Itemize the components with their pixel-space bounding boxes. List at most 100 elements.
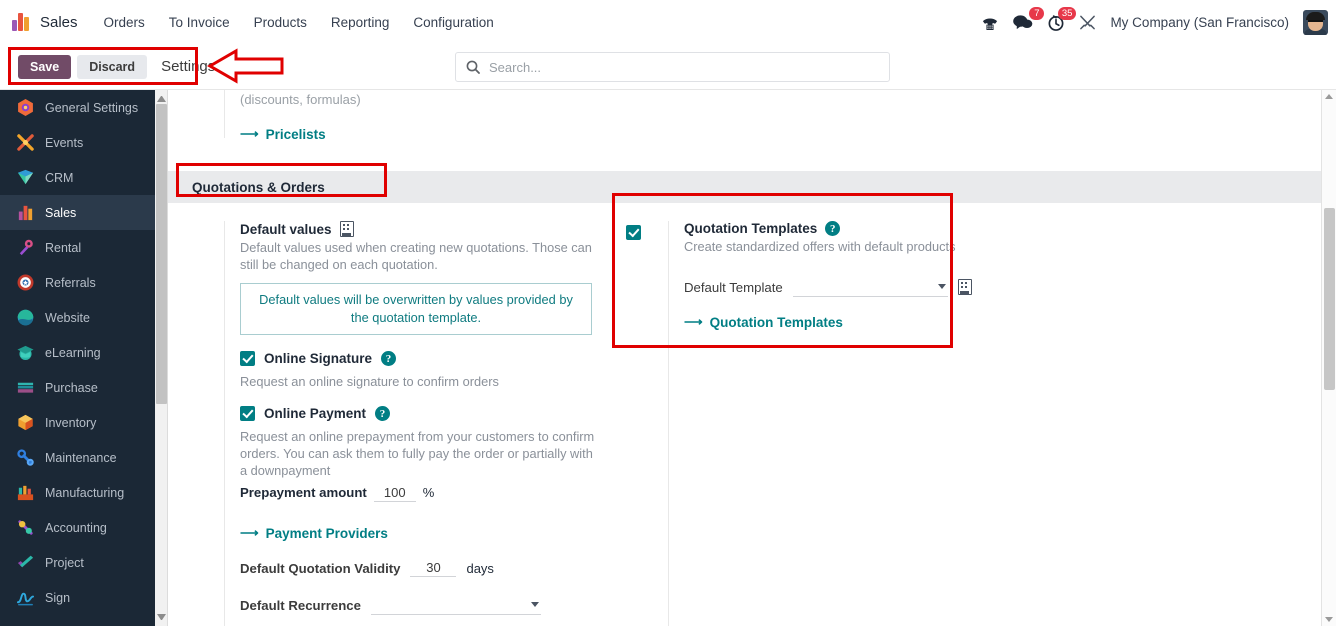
sidebar-scroll-thumb[interactable] <box>156 104 167 404</box>
nav-item-configuration[interactable]: Configuration <box>401 9 505 36</box>
maintenance-icon <box>16 448 35 467</box>
settings-column-left: Default values Default values used when … <box>168 221 608 626</box>
sidebar-item-purchase[interactable]: Purchase <box>0 370 155 405</box>
default-values-desc: Default values used when creating new qu… <box>240 240 592 272</box>
messages-icon[interactable]: 7 <box>1013 7 1045 30</box>
prepayment-label: Prepayment amount <box>240 485 367 500</box>
quotation-templates-link-row: ⟶ Quotation Templates <box>684 313 992 331</box>
control-panel: Save Discard Settings <box>0 44 1336 90</box>
default-values-alert: Default values will be overwritten by va… <box>240 283 592 335</box>
quotation-validity-unit: days <box>466 561 494 576</box>
payment-providers-link-row: ⟶ Payment Providers <box>240 524 608 542</box>
save-button[interactable]: Save <box>18 54 72 79</box>
company-switcher[interactable]: My Company (San Francisco) <box>1110 15 1289 30</box>
sidebar-item-inventory[interactable]: Inventory <box>0 405 155 440</box>
default-recurrence-select[interactable] <box>370 595 541 615</box>
sidebar-item-elearning[interactable]: eLearning <box>0 335 155 370</box>
sidebar-item-rental[interactable]: Rental <box>0 230 155 265</box>
sidebar-item-label: Accounting <box>45 520 107 535</box>
messages-badge: 7 <box>1029 7 1045 20</box>
online-payment-row: Online Payment ? <box>240 406 608 421</box>
sidebar-item-project[interactable]: Project <box>0 545 155 580</box>
sign-icon <box>16 588 35 607</box>
activities-clock-icon[interactable]: 35 <box>1047 6 1077 31</box>
default-recurrence-label: Default Recurrence <box>240 597 361 613</box>
sidebar-item-sign[interactable]: Sign <box>0 580 155 615</box>
discard-button[interactable]: Discard <box>77 54 148 79</box>
inventory-icon <box>16 413 35 432</box>
payment-providers-link-label: Payment Providers <box>265 525 388 541</box>
manufacturing-icon <box>16 483 35 502</box>
elearning-icon <box>16 343 35 362</box>
help-icon[interactable]: ? <box>381 351 397 366</box>
sidebar-item-events[interactable]: Events <box>0 125 155 160</box>
prepayment-input[interactable] <box>373 485 416 502</box>
online-signature-label: Online Signature <box>264 351 373 366</box>
navbar-menu: Orders To Invoice Products Reporting Con… <box>92 9 506 36</box>
settings-grid: Default values Default values used when … <box>168 203 1321 626</box>
quotation-validity-input[interactable] <box>410 560 457 577</box>
sidebar-item-label: Rental <box>45 240 82 255</box>
scroll-up-icon[interactable] <box>1325 94 1333 99</box>
company-building-icon <box>957 279 972 295</box>
referrals-icon <box>16 273 35 292</box>
pricelists-link-label: Pricelists <box>265 126 326 142</box>
quotation-templates-link[interactable]: ⟶ Quotation Templates <box>684 314 843 330</box>
nav-item-products[interactable]: Products <box>242 9 319 36</box>
sidebar-item-sales[interactable]: Sales <box>0 195 155 230</box>
online-payment-label: Online Payment <box>264 406 367 421</box>
sidebar-item-label: Inventory <box>45 415 97 430</box>
sidebar-item-label: Manufacturing <box>45 485 125 500</box>
help-icon[interactable]: ? <box>375 406 391 421</box>
nav-item-reporting[interactable]: Reporting <box>319 9 402 36</box>
sidebar-item-label: Purchase <box>45 380 98 395</box>
section-header-quotations-orders: Quotations & Orders <box>168 171 1321 203</box>
default-values-title: Default values <box>240 221 332 237</box>
scroll-down-icon[interactable] <box>1325 617 1333 622</box>
sidebar-item-manufacturing[interactable]: Manufacturing <box>0 475 155 510</box>
nav-item-orders[interactable]: Orders <box>92 9 157 36</box>
company-building-icon <box>339 221 354 237</box>
website-icon <box>16 308 35 327</box>
online-signature-checkbox[interactable] <box>240 351 255 366</box>
quotation-templates-desc: Create standardized offers with default … <box>684 239 956 254</box>
brand-label: Sales <box>40 13 78 31</box>
page-scrollbar[interactable] <box>1321 90 1336 626</box>
pricelists-link[interactable]: ⟶ Pricelists <box>240 126 326 142</box>
sidebar-item-label: General Settings <box>45 100 139 115</box>
payment-providers-link[interactable]: ⟶ Payment Providers <box>240 525 388 541</box>
general-settings-icon <box>16 98 35 117</box>
sidebar-item-maintenance[interactable]: Maintenance <box>0 440 155 475</box>
scroll-up-icon[interactable] <box>157 93 166 102</box>
brand-sales[interactable]: Sales <box>12 13 78 31</box>
top-navbar: Sales Orders To Invoice Products Reporti… <box>0 0 1336 44</box>
sales-logo-icon <box>12 13 32 31</box>
search-input[interactable] <box>489 59 879 75</box>
help-icon[interactable]: ? <box>825 221 841 236</box>
sidebar-item-website[interactable]: Website <box>0 300 155 335</box>
sidebar-item-crm[interactable]: CRM <box>0 160 155 195</box>
default-recurrence-row: Default Recurrence <box>240 595 608 615</box>
default-template-select[interactable] <box>792 277 948 297</box>
sidebar-item-accounting[interactable]: Accounting <box>0 510 155 545</box>
avatar[interactable] <box>1303 9 1328 35</box>
quotation-validity-row: Default Quotation Validity days <box>240 560 608 577</box>
online-payment-checkbox[interactable] <box>240 406 255 421</box>
sidebar-item-label: Sign <box>45 590 71 605</box>
action-buttons: Save Discard Settings <box>18 54 215 79</box>
quotation-templates-checkbox[interactable] <box>626 225 641 240</box>
phone-dialpad-icon[interactable] <box>981 14 999 30</box>
tools-icon[interactable] <box>1079 14 1096 31</box>
search-bar[interactable] <box>455 52 890 82</box>
arrow-right-icon: ⟶ <box>684 314 703 329</box>
default-values-title-row: Default values <box>240 221 608 237</box>
sidebar-item-general-settings[interactable]: General Settings <box>0 90 155 125</box>
sales-icon <box>16 203 35 222</box>
sidebar-scrollbar[interactable] <box>155 90 168 626</box>
sidebar-item-referrals[interactable]: Referrals <box>0 265 155 300</box>
scroll-down-icon[interactable] <box>157 614 166 623</box>
quotation-templates-title: Quotation Templates <box>684 221 818 236</box>
page-scroll-thumb[interactable] <box>1324 208 1335 390</box>
online-signature-row: Online Signature ? <box>240 351 608 366</box>
nav-item-to-invoice[interactable]: To Invoice <box>157 9 242 36</box>
